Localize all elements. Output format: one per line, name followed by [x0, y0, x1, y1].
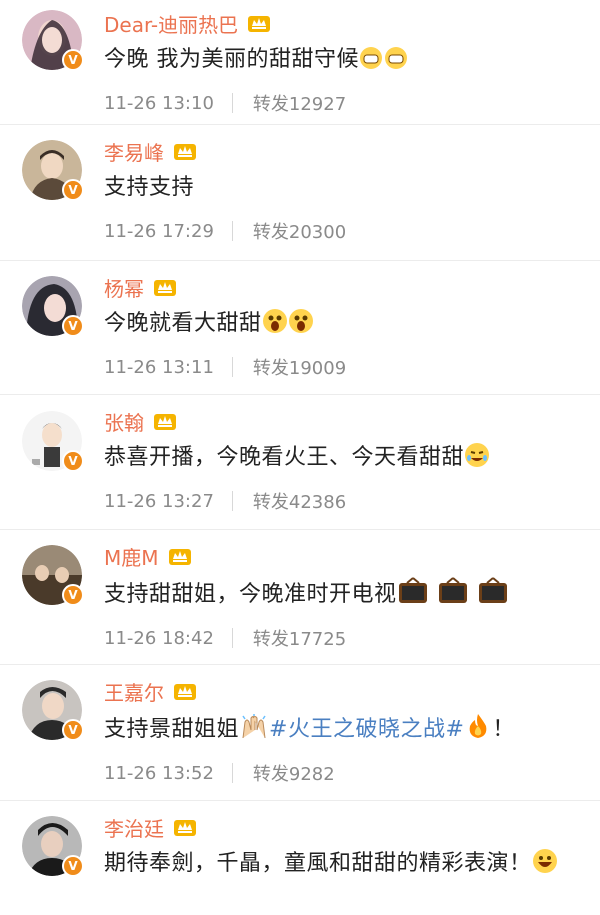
repost-count[interactable]: 转发42386 — [253, 488, 346, 514]
verified-badge-icon: V — [62, 719, 84, 741]
repost-count[interactable]: 转发20300 — [253, 218, 346, 244]
comment-item: V Dear-迪丽热巴 今晚 我为美丽的甜甜守候 11-26 13:10 转发1… — [0, 0, 600, 125]
divider — [231, 628, 233, 648]
comment-item: V M鹿M 支持甜甜姐，今晚准时开电视 11-26 18:42 转发17725 — [0, 530, 600, 665]
verified-badge-icon: V — [62, 179, 84, 201]
comment-text: 今晚 我为美丽的甜甜守候 — [104, 44, 580, 76]
user-name[interactable]: M鹿M — [104, 542, 159, 571]
comment-text: 恭喜开播，今晚看火王、今天看甜甜 — [104, 442, 580, 474]
avatar[interactable]: V — [22, 276, 84, 337]
comment-item: V 李治廷 期待奉劍，千瞐，童風和甜甜的精彩表演！ — [0, 801, 600, 915]
repost-count[interactable]: 转发9282 — [253, 760, 335, 786]
comment-feed: V Dear-迪丽热巴 今晚 我为美丽的甜甜守候 11-26 13:10 转发1… — [0, 0, 600, 915]
verified-badge-icon: V — [62, 49, 84, 71]
repost-count[interactable]: 转发19009 — [253, 354, 346, 380]
verified-badge-icon: V — [62, 855, 84, 877]
hashtag-link[interactable]: #火王之破晓之战# — [269, 717, 464, 742]
comment-item: V 张翰 恭喜开播，今晚看火王、今天看甜甜 11-26 13:27 转发4238… — [0, 395, 600, 530]
user-name[interactable]: 李易峰 — [104, 137, 164, 166]
crown-icon — [174, 820, 196, 836]
grin-emoji-icon — [360, 47, 407, 69]
comment-time: 11-26 13:52 — [104, 762, 214, 784]
avatar[interactable]: V — [22, 545, 84, 606]
scream-emoji-icon — [262, 309, 313, 333]
comment-time: 11-26 17:29 — [104, 220, 214, 242]
grin-emoji-icon — [532, 849, 557, 873]
comment-text: 今晚就看大甜甜 — [104, 308, 580, 340]
user-name[interactable]: 张翰 — [104, 407, 144, 436]
divider — [231, 93, 233, 113]
divider — [231, 221, 233, 241]
crown-icon — [168, 549, 191, 565]
divider — [231, 357, 233, 377]
comment-time: 11-26 13:11 — [104, 356, 214, 378]
user-name[interactable]: 杨幂 — [104, 273, 144, 302]
crown-icon — [154, 414, 176, 430]
avatar[interactable]: V — [22, 680, 84, 741]
crown-icon — [248, 16, 271, 32]
divider — [231, 763, 233, 783]
comment-time: 11-26 18:42 — [104, 627, 214, 649]
laugh-cry-emoji-icon — [465, 443, 490, 467]
user-name[interactable]: 李治廷 — [104, 813, 164, 842]
comment-item: V 杨幂 今晚就看大甜甜 11-26 13:11 转发19009 — [0, 261, 600, 395]
raised-hands-emoji-icon — [242, 714, 266, 739]
comment-text: 期待奉劍，千瞐，童風和甜甜的精彩表演！ — [104, 848, 580, 880]
comment-time: 11-26 13:27 — [104, 490, 214, 512]
repost-count[interactable]: 转发17725 — [253, 625, 346, 651]
user-name[interactable]: 王嘉尔 — [104, 677, 164, 706]
repost-count[interactable]: 转发12927 — [253, 90, 346, 116]
comment-text: 支持支持 — [104, 175, 195, 200]
crown-icon — [174, 684, 196, 700]
verified-badge-icon: V — [62, 584, 84, 606]
avatar[interactable]: V — [22, 816, 84, 877]
fire-emoji-icon — [470, 714, 487, 738]
user-name[interactable]: Dear-迪丽热巴 — [104, 9, 238, 38]
crown-icon — [154, 280, 176, 296]
verified-badge-icon: V — [62, 450, 84, 472]
comment-text: 支持景甜姐姐 #火王之破晓之战#！ — [104, 712, 580, 746]
comment-text: 支持甜甜姐，今晚准时开电视 — [104, 577, 580, 611]
avatar[interactable]: V — [22, 140, 84, 201]
tv-emoji-icon — [398, 577, 507, 603]
verified-badge-icon: V — [62, 315, 84, 337]
avatar[interactable]: V — [22, 10, 84, 71]
comment-item: V 李易峰 支持支持 11-26 17:29 转发20300 — [0, 125, 600, 261]
divider — [231, 491, 233, 511]
avatar[interactable]: V — [22, 411, 84, 472]
comment-item: V 王嘉尔 支持景甜姐姐 #火王之破晓之战#！ 11-26 13:52 转发928… — [0, 665, 600, 801]
comment-time: 11-26 13:10 — [104, 92, 214, 114]
crown-icon — [174, 144, 196, 160]
